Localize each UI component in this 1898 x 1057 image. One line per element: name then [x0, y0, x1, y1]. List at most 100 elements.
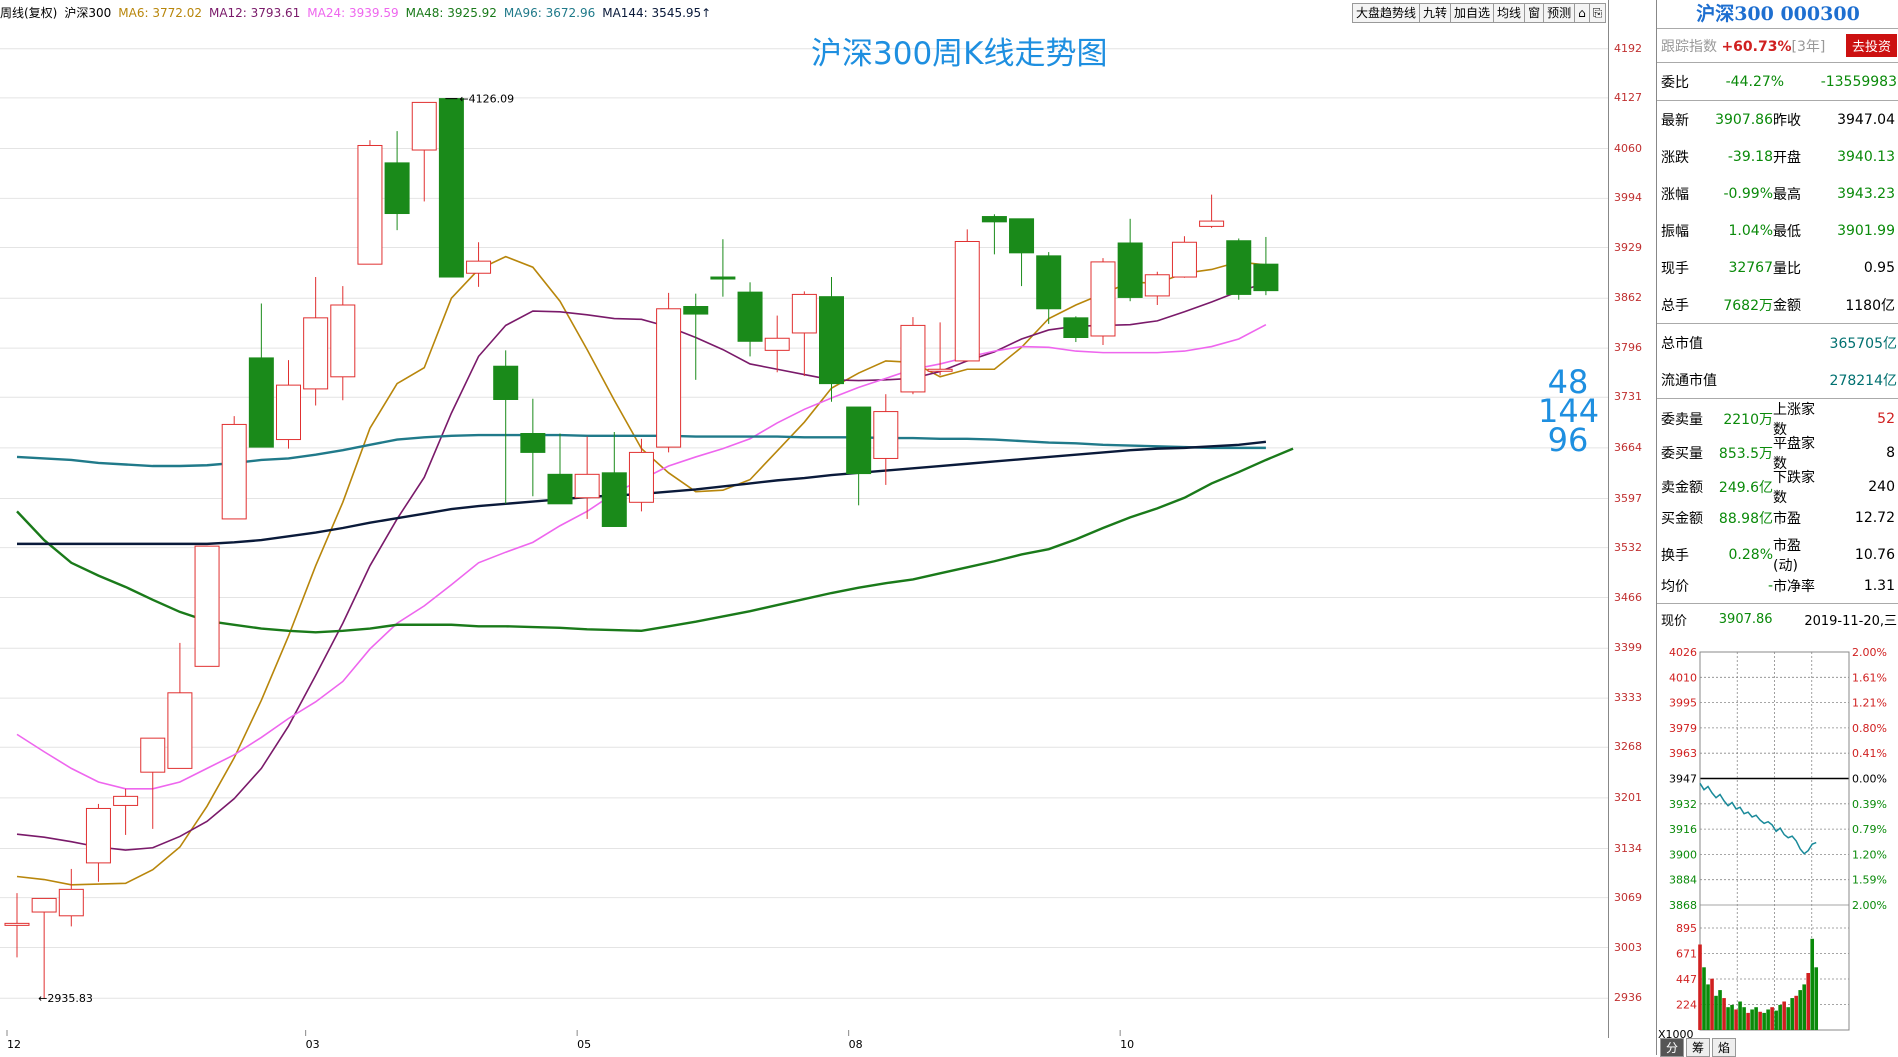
weibi-label: 委比	[1661, 74, 1689, 91]
candle	[194, 545, 220, 667]
ma-period-labels: 48 144 96	[1538, 366, 1599, 459]
mini-volume-bar	[1794, 995, 1798, 1030]
x-tick-label: 12	[7, 1038, 21, 1051]
stat-value: 52	[1877, 411, 1895, 427]
mini-price-line	[1699, 782, 1817, 855]
candle	[85, 803, 111, 882]
stat-label: 换手	[1661, 548, 1689, 564]
mini-volume-bar	[1806, 973, 1811, 1030]
market-cap-label: 总市值	[1661, 335, 1703, 352]
kline-chart[interactable]: ←4126.09 ←2935.83	[0, 0, 1608, 1036]
stat-value: 1.31	[1863, 578, 1895, 594]
mini-tab-0[interactable]: 分	[1660, 1038, 1685, 1057]
stat-value: 853.5万	[1718, 446, 1773, 462]
toolbar-button-3[interactable]: 均线	[1494, 4, 1526, 22]
mini-vol-tick: 895	[1676, 922, 1697, 935]
mini-right-tick: 0.39%	[1852, 798, 1887, 811]
mini-right-tick: 1.61%	[1852, 671, 1887, 684]
low-annotation: ←2935.83	[38, 992, 93, 1005]
mini-volume-bar	[1742, 1007, 1746, 1030]
mini-volume-bar	[1814, 967, 1819, 1030]
mini-volume-bar	[1734, 1009, 1738, 1030]
legend-ma-4: MA96: 3672.96	[503, 6, 596, 20]
legend-period: 周线(复权)	[0, 6, 58, 20]
toolbar-button-4[interactable]: 窗	[1525, 4, 1545, 22]
mini-volume-bar	[1698, 944, 1702, 1030]
now-label: 现价	[1661, 613, 1688, 629]
track-row: 跟踪指数 +60.73%[3年] 去投资	[1657, 29, 1898, 63]
toolbar-button-6[interactable]: ⌂	[1575, 4, 1590, 22]
mini-vol-tick: 447	[1676, 973, 1697, 986]
mini-volume-bar	[1790, 998, 1794, 1030]
market-cap-value: 365705亿	[1829, 335, 1897, 352]
toolbar-button-5[interactable]: 预测	[1544, 4, 1576, 22]
mini-volume-bar	[1726, 1007, 1730, 1030]
chart-title: 沪深300周K线走势图	[811, 36, 1108, 72]
stat-label: 市盈(动)	[1773, 538, 1801, 574]
candle	[737, 282, 763, 357]
quote-value: -0.99%	[1723, 185, 1773, 202]
mini-volume-bar	[1754, 1007, 1758, 1030]
mini-right-tick: 0.41%	[1852, 747, 1887, 760]
quote-row: 涨幅 -0.99% 最高 3943.23	[1657, 175, 1898, 212]
quote-label: 最高	[1773, 186, 1801, 203]
quote-label: 总手	[1661, 297, 1689, 314]
mini-volume-bar	[1758, 1011, 1762, 1030]
stat-value: 2210万	[1723, 412, 1773, 428]
intraday-chart[interactable]: 4026 2.00% 4010 1.61% 3995 1.21% 3979 0.80% 3963…	[1656, 640, 1898, 1040]
mini-volume-bar	[1718, 990, 1722, 1030]
candle	[140, 737, 166, 829]
mini-right-tick: 1.20%	[1852, 848, 1887, 861]
toolbar-button-1[interactable]: 九转	[1420, 4, 1452, 22]
ma-label-96: 96	[1547, 421, 1589, 459]
y-tick-label: 3003	[1614, 940, 1642, 954]
toolbar-button-0[interactable]: 大盘趋势线	[1353, 4, 1421, 22]
stat-value: 8	[1886, 445, 1895, 461]
quote-value: 3907.86	[1715, 111, 1773, 128]
y-tick-label: 3069	[1614, 890, 1642, 904]
candle	[927, 322, 953, 376]
quote-label: 最低	[1773, 223, 1801, 240]
stat-value: 240	[1868, 479, 1895, 495]
mini-volume-bar	[1782, 1001, 1786, 1030]
mini-volume-bar	[1738, 1001, 1742, 1030]
candle	[954, 229, 980, 362]
mini-left-tick: 4010	[1669, 671, 1697, 684]
stat-label: 委卖量	[1661, 412, 1703, 428]
candle	[1253, 236, 1279, 296]
candle	[683, 293, 709, 380]
kline-chart-area[interactable]: ←4126.09 ←2935.83 周线(复权) 沪深300 MA6: 3772.02…	[0, 0, 1609, 1051]
candle	[1090, 258, 1116, 346]
quote-value: 1180亿	[1845, 297, 1895, 314]
mini-volume-bar	[1766, 1009, 1770, 1030]
mini-volume-bar	[1786, 1007, 1790, 1030]
mini-tab-1[interactable]: 筹	[1686, 1038, 1711, 1057]
stat-label: 均价	[1661, 579, 1689, 595]
mini-left-tick: 3900	[1669, 848, 1697, 861]
stat-row: 委卖量 2210万 上涨家数 52	[1657, 399, 1898, 438]
candle	[1117, 218, 1143, 302]
market-cap-row: 总市值 365705亿	[1657, 324, 1898, 361]
quote-label: 金额	[1773, 297, 1801, 314]
mini-right-tick: 2.00%	[1852, 646, 1887, 659]
invest-button[interactable]: 去投资	[1845, 34, 1897, 57]
weibi-value: -13559983	[1820, 73, 1897, 90]
now-date: 2019-11-20,三	[1804, 613, 1897, 629]
mini-tab-2[interactable]: 焰	[1712, 1038, 1737, 1057]
candle	[846, 406, 872, 506]
y-tick-label: 3399	[1614, 641, 1642, 655]
candle	[819, 277, 844, 402]
stat-value: 0.28%	[1728, 547, 1773, 563]
mini-left-tick: 3963	[1669, 747, 1697, 760]
track-value: +60.73%	[1721, 38, 1792, 55]
x-tick-label: 05	[577, 1038, 592, 1051]
toolbar-button-2[interactable]: 加自选	[1451, 4, 1495, 22]
mini-volume-bar	[1810, 938, 1815, 1030]
market-cap-value: 278214亿	[1829, 372, 1897, 389]
stat-row: 换手 0.28% 市盈(动) 10.76	[1657, 535, 1898, 574]
candle	[1009, 218, 1035, 287]
toolbar-button-7[interactable]: ⎘	[1590, 4, 1606, 22]
quote-row: 总手 7682万 金额 1180亿	[1657, 286, 1898, 323]
y-tick-label: 3994	[1614, 191, 1642, 205]
stat-value: 12.72	[1854, 510, 1895, 526]
